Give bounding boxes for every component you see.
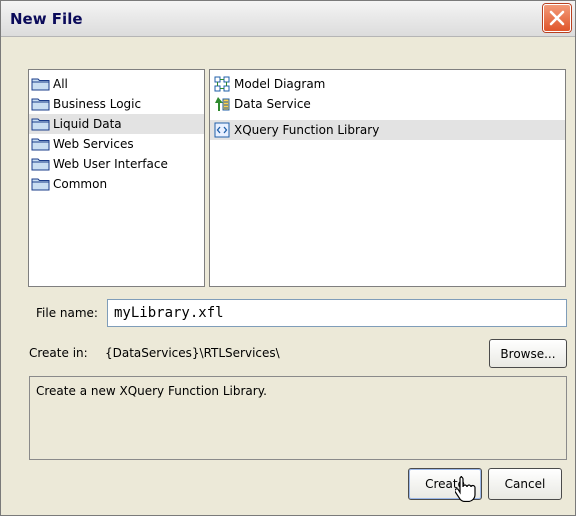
category-item-web-services[interactable]: Web Services	[29, 134, 204, 154]
browse-button[interactable]: Browse...	[489, 339, 567, 368]
dialog-title: New File	[10, 10, 83, 28]
create-in-path: {DataServices}\RTLServices\	[105, 346, 280, 360]
file-type-list[interactable]: Model Diagram Data Service XQuery Functi…	[209, 69, 566, 287]
description-text: Create a new XQuery Function Library.	[36, 384, 267, 398]
category-item-all[interactable]: All	[29, 74, 204, 94]
file-type-item-data-service[interactable]: Data Service	[210, 94, 565, 114]
title-bar[interactable]: New File	[1, 1, 575, 37]
category-item-liquid-data[interactable]: Liquid Data	[29, 114, 204, 134]
folder-icon	[31, 98, 50, 111]
data-service-icon	[215, 97, 230, 111]
description-box: Create a new XQuery Function Library.	[29, 376, 567, 460]
category-label: Liquid Data	[53, 117, 122, 131]
close-icon	[549, 10, 565, 26]
file-type-label: Data Service	[234, 97, 311, 111]
category-item-business-logic[interactable]: Business Logic	[29, 94, 204, 114]
close-button[interactable]	[543, 4, 571, 32]
category-item-web-user-interface[interactable]: Web User Interface	[29, 154, 204, 174]
file-name-input[interactable]: myLibrary.xfl	[107, 299, 567, 327]
file-name-label: File name:	[36, 306, 98, 320]
folder-icon	[31, 158, 50, 171]
hand-cursor-icon	[455, 476, 476, 502]
xquery-library-icon	[214, 122, 230, 138]
folder-icon	[31, 118, 50, 131]
model-diagram-icon	[214, 76, 230, 92]
file-type-label: Model Diagram	[234, 77, 326, 91]
new-file-dialog: New File All Business Logic Liquid Data …	[0, 0, 576, 516]
folder-icon	[31, 178, 50, 191]
category-label: Web Services	[53, 137, 134, 151]
cancel-button[interactable]: Cancel	[488, 468, 562, 500]
file-type-label: XQuery Function Library	[234, 123, 380, 137]
category-label: Common	[53, 177, 108, 191]
folder-icon	[31, 78, 50, 91]
file-type-item-model-diagram[interactable]: Model Diagram	[210, 74, 565, 94]
create-in-label: Create in:	[29, 346, 88, 360]
folder-icon	[31, 138, 50, 151]
category-list[interactable]: All Business Logic Liquid Data Web Servi…	[28, 69, 205, 287]
category-label: Business Logic	[53, 97, 142, 111]
category-label: All	[53, 77, 68, 91]
category-item-common[interactable]: Common	[29, 174, 204, 194]
category-label: Web User Interface	[53, 157, 168, 171]
file-type-item-xquery-function-library[interactable]: XQuery Function Library	[210, 120, 565, 140]
